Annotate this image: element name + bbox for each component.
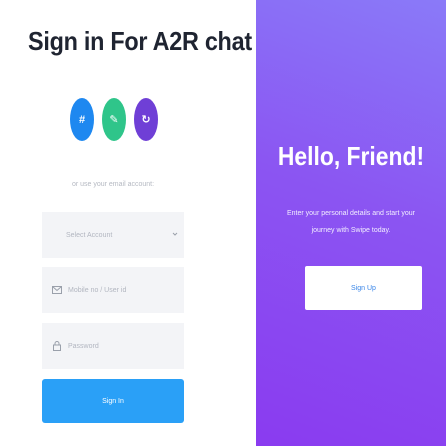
chevron-down-icon [172,231,178,239]
social-login-row: # ✎ ↻ [70,98,158,141]
social-clipboard-button[interactable]: ✎ [102,98,126,141]
welcome-line-2: journey with Swipe today. [311,227,391,234]
welcome-line-1: Enter your personal details and start yo… [286,210,415,217]
clipboard-icon: ✎ [109,114,119,126]
circular-arrow-icon: ↻ [141,114,151,126]
mail-icon [50,286,64,294]
welcome-title: Hello, Friend! [277,141,425,171]
mobile-userid-placeholder: Mobile no / User id [68,286,127,294]
sign-up-button[interactable]: Sign Up [305,266,422,310]
email-hint: or use your email account: [71,181,155,188]
social-refresh-button[interactable]: ↻ [134,98,158,141]
hashtag-icon: # [78,113,86,126]
account-select[interactable]: Select Account [42,212,184,258]
password-placeholder: Password [68,342,99,350]
page-title: Sign in For A2R chat [28,26,252,56]
welcome-description: Enter your personal details and start yo… [256,205,446,239]
social-hashtag-button[interactable]: # [70,98,94,141]
lock-icon [50,341,64,351]
signin-panel: Sign in For A2R chat # ✎ ↻ or use your e… [0,0,256,446]
password-input[interactable]: Password [42,323,184,369]
account-select-placeholder: Select Account [66,231,113,239]
sign-in-button[interactable]: Sign In [42,379,184,423]
mobile-userid-input[interactable]: Mobile no / User id [42,267,184,313]
welcome-panel: Hello, Friend! Enter your personal detai… [256,0,446,446]
